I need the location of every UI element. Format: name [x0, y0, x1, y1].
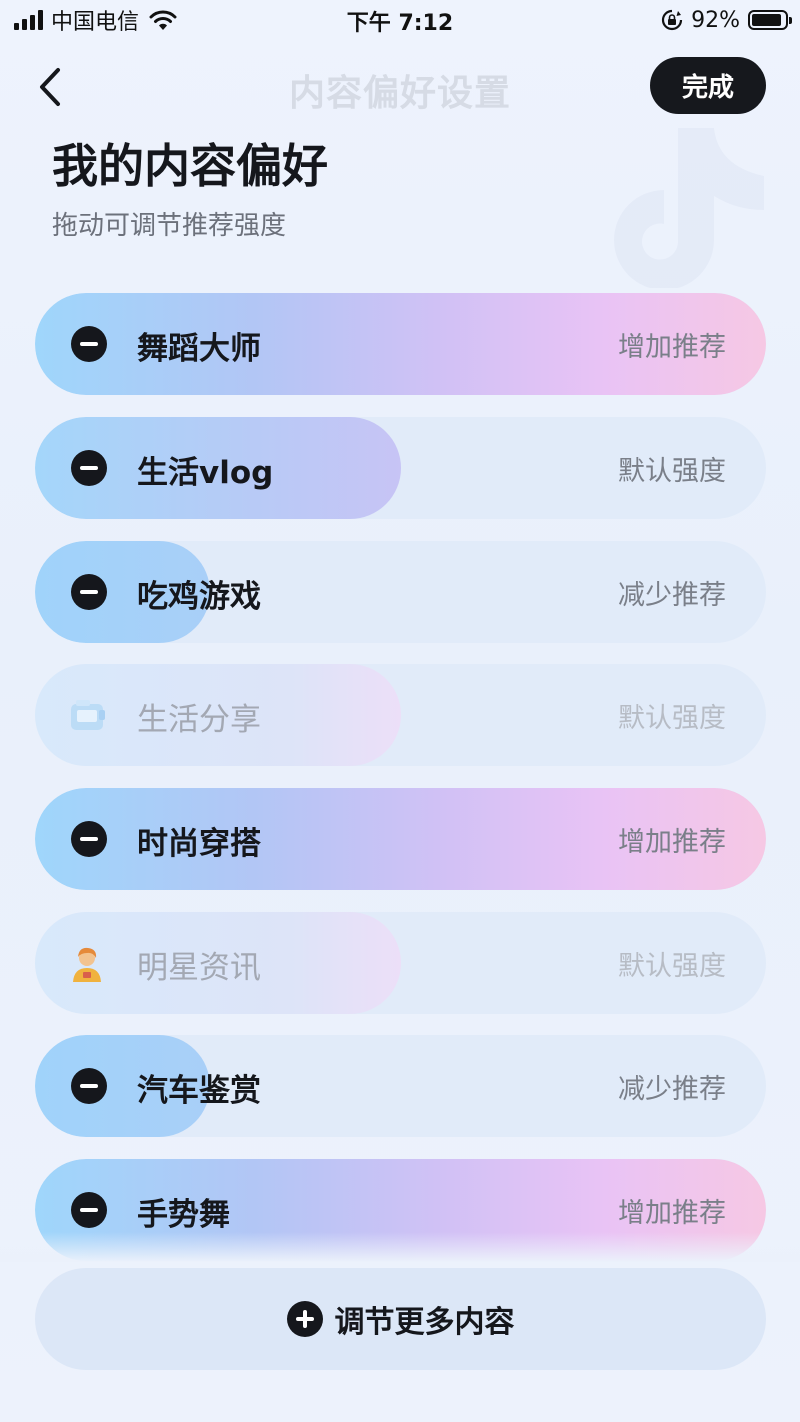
- preference-name: 生活分享: [137, 702, 261, 738]
- battery-icon: [748, 10, 792, 30]
- preference-row[interactable]: 时尚穿搭 增加推荐: [35, 788, 766, 890]
- strength-label: 增加推荐: [618, 1198, 726, 1229]
- battery-fill: [752, 14, 781, 26]
- preference-row[interactable]: 生活分享 默认强度: [35, 664, 766, 766]
- remove-icon[interactable]: [71, 1068, 107, 1104]
- done-button[interactable]: 完成: [650, 57, 766, 114]
- strength-label: 默认强度: [618, 456, 726, 487]
- strength-label: 增加推荐: [618, 827, 726, 858]
- page-title: 我的内容偏好: [52, 139, 328, 193]
- star-person-icon: [73, 947, 101, 982]
- strength-label: 默认强度: [618, 703, 726, 734]
- page-subtitle: 拖动可调节推荐强度: [52, 211, 287, 241]
- preference-name: 汽车鉴赏: [137, 1073, 261, 1109]
- strength-label: 增加推荐: [618, 332, 726, 363]
- strength-label: 减少推荐: [618, 580, 726, 611]
- preference-name: 明星资讯: [137, 950, 261, 986]
- rotation-lock-icon: [662, 9, 683, 31]
- remove-icon[interactable]: [71, 450, 107, 486]
- preference-name: 时尚穿搭: [137, 826, 261, 862]
- music-note-icon: [614, 128, 764, 288]
- status-right: 92%: [661, 6, 792, 34]
- camera-card-icon: [71, 700, 105, 730]
- plus-circle-icon: [286, 1301, 323, 1337]
- remove-icon[interactable]: [71, 574, 107, 610]
- strength-label: 默认强度: [618, 951, 726, 982]
- preference-name: 手势舞: [137, 1197, 230, 1233]
- preference-row[interactable]: 明星资讯 默认强度: [35, 912, 766, 1014]
- status-bar: 中国电信 下午 7:12 92%: [0, 0, 800, 40]
- strength-label: 减少推荐: [618, 1074, 726, 1105]
- preference-row[interactable]: 吃鸡游戏 减少推荐: [35, 541, 766, 643]
- preference-name: 吃鸡游戏: [137, 579, 261, 615]
- preference-row[interactable]: 汽车鉴赏 减少推荐: [35, 1035, 766, 1137]
- preference-row[interactable]: 舞蹈大师 增加推荐: [35, 293, 766, 395]
- adjust-more-button[interactable]: 调节更多内容: [35, 1268, 766, 1370]
- adjust-more-label: 调节更多内容: [334, 1305, 515, 1340]
- preference-row[interactable]: 生活vlog 默认强度: [35, 417, 766, 519]
- remove-icon[interactable]: [71, 1192, 107, 1228]
- preference-name: 舞蹈大师: [137, 331, 261, 367]
- list-fade-overlay: [0, 1232, 800, 1262]
- preference-name: 生活vlog: [137, 455, 274, 491]
- battery-percent: 92%: [691, 7, 740, 33]
- remove-icon[interactable]: [71, 821, 107, 857]
- remove-icon[interactable]: [71, 326, 107, 362]
